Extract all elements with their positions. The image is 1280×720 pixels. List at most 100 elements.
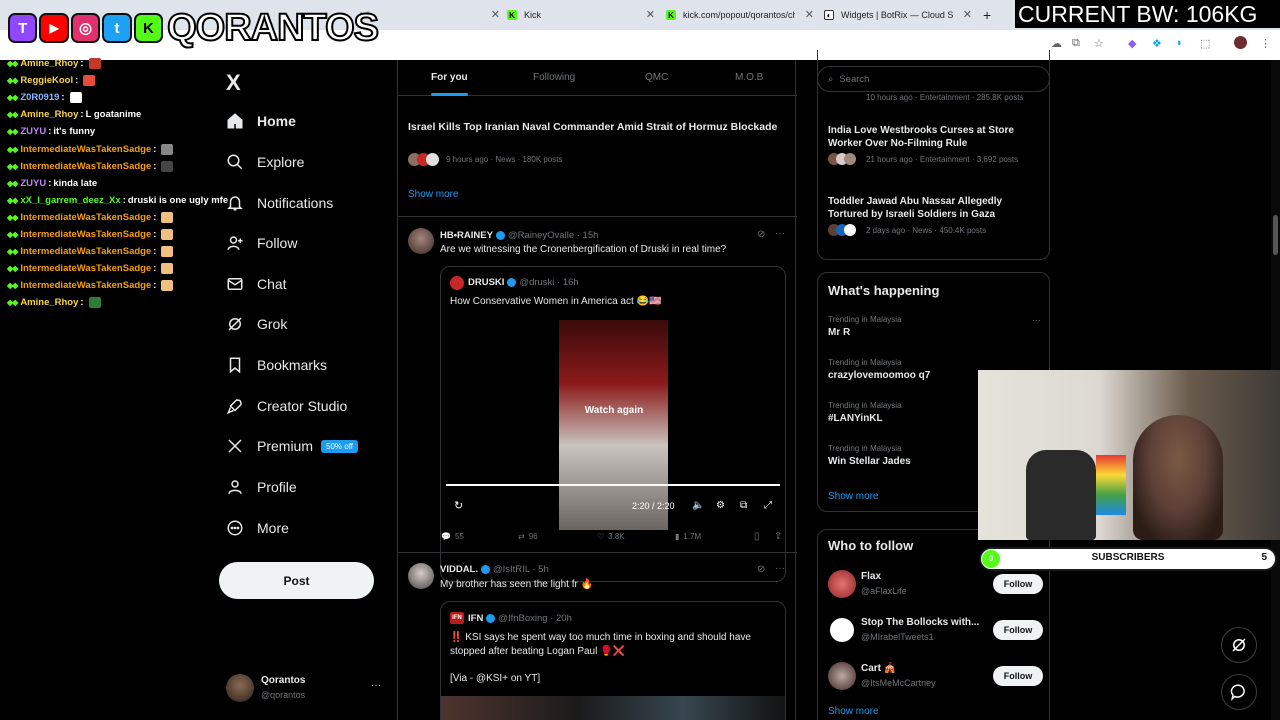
puzzle-icon[interactable]: ⬚ (1200, 37, 1210, 50)
tab-for-you[interactable]: For you (431, 60, 468, 96)
chat-username[interactable]: ZUYU (20, 178, 46, 189)
chat-username[interactable]: IntermediateWasTakenSadge (20, 161, 151, 172)
nav-profile[interactable]: Profile (226, 469, 297, 505)
nav-follow[interactable]: Follow (226, 225, 297, 261)
chat-username[interactable]: ReggieKool (20, 75, 73, 86)
media-thumbnail[interactable] (441, 696, 785, 720)
chat-username[interactable]: IntermediateWasTakenSadge (20, 229, 151, 240)
replay-icon[interactable]: ↻ (454, 499, 463, 512)
nav-notifications[interactable]: Notifications (226, 185, 333, 221)
nav-grok[interactable]: Grok (226, 306, 287, 342)
cast-icon[interactable]: ☁ (1051, 37, 1062, 50)
install-icon[interactable]: ⧉ (1072, 37, 1080, 50)
share-icon[interactable]: ⇪ (774, 531, 782, 542)
chat-emote-icon (69, 92, 82, 104)
scrollbar-thumb[interactable] (1273, 215, 1278, 255)
close-icon[interactable]: ✕ (491, 8, 500, 21)
author-handle[interactable]: @RaineyOvalle · 15h (508, 230, 598, 241)
trending-story-title[interactable]: Israel Kills Top Iranian Naval Commander… (408, 120, 778, 134)
extension-icon[interactable]: ❖ (1152, 37, 1162, 50)
kebab-menu-icon[interactable]: ⋮ (1260, 37, 1271, 50)
browser-tab[interactable]: ◐ Widgets | BotRix — Cloud Stream ✕ (824, 3, 972, 27)
chat-username[interactable]: ZUYU (20, 126, 46, 137)
avatar[interactable] (408, 563, 434, 589)
tab-following[interactable]: Following (533, 60, 575, 96)
more-icon[interactable]: ··· (371, 680, 381, 691)
fullscreen-icon[interactable]: ⤢ (764, 500, 772, 511)
chat-username[interactable]: IntermediateWasTakenSadge (20, 212, 151, 223)
nav-more[interactable]: More (226, 510, 289, 546)
follow-button[interactable]: Follow (993, 620, 1043, 640)
x-logo-icon[interactable]: X (226, 70, 241, 96)
chat-username[interactable]: Amine_Rhoy (20, 297, 78, 308)
tab-qmc[interactable]: QMC (645, 60, 668, 96)
show-more-link[interactable]: Show more (408, 189, 459, 200)
news-item[interactable]: Toddler Jawad Abu Nassar Allegedly Tortu… (828, 195, 1043, 236)
news-item[interactable]: India Love Westbrooks Curses at Store Wo… (828, 124, 1043, 165)
chat-username[interactable]: Amine_Rhoy (20, 109, 78, 120)
profile-avatar-icon[interactable] (1234, 36, 1247, 49)
chat-username[interactable]: Amine_Rhoy (20, 58, 78, 69)
chat-username[interactable]: xX_I_garrem_deez_Xx (20, 195, 120, 206)
chat-username[interactable]: Z0R0919 (20, 92, 59, 103)
extension-icon[interactable]: ◗ (1176, 37, 1183, 49)
nav-premium[interactable]: Premium 50% off (226, 428, 358, 464)
video-progress-track[interactable] (446, 484, 780, 486)
more-icon[interactable]: ··· (1032, 315, 1041, 325)
nav-home[interactable]: Home (226, 103, 296, 139)
more-icon[interactable]: ··· (775, 563, 785, 574)
volume-icon[interactable]: 🔈 (692, 500, 704, 511)
follow-button[interactable]: Follow (993, 666, 1043, 686)
follow-button[interactable]: Follow (993, 574, 1043, 594)
close-icon[interactable]: ✕ (963, 8, 972, 21)
video-player[interactable]: Watch again ↻ 2:20 / 2:20 🔈 ⚙ ⧉ ⤢ (446, 317, 782, 581)
chat-username[interactable]: IntermediateWasTakenSadge (20, 263, 151, 274)
chat-separator: : (61, 92, 65, 104)
account-switcher[interactable]: Qorantos @qorantos ··· (226, 672, 386, 708)
close-icon[interactable]: ✕ (805, 8, 814, 21)
bookmark-icon[interactable]: ▯ (754, 531, 760, 542)
repost-button[interactable]: ⇄ 96 (518, 532, 538, 541)
close-icon[interactable]: ✕ (646, 8, 655, 21)
chat-emote-icon (161, 246, 174, 258)
nav-bookmarks[interactable]: Bookmarks (226, 347, 327, 383)
author-name[interactable]: HB•RAINEY (440, 230, 493, 241)
tab-mob[interactable]: M.O.B (735, 60, 763, 96)
show-more-link[interactable]: Show more (828, 491, 879, 502)
post-button[interactable]: Post (219, 562, 374, 599)
more-icon[interactable]: ··· (775, 228, 785, 239)
watch-again-button[interactable]: Watch again (446, 405, 782, 416)
nav-explore[interactable]: Explore (226, 144, 304, 180)
author-name[interactable]: VIDDAL. (440, 564, 478, 575)
nav-chat[interactable]: Chat (226, 266, 287, 302)
author-handle[interactable]: @IsItRIL · 5h (493, 564, 549, 575)
grok-icon[interactable]: ⊘ (757, 229, 765, 240)
chat-username[interactable]: IntermediateWasTakenSadge (20, 144, 151, 155)
quoted-tweet[interactable]: IFN IFN @IfnBoxing · 20h ‼️ KSI says he s… (440, 601, 786, 720)
like-button[interactable]: ♡ 3.8K (597, 532, 625, 541)
pip-icon[interactable]: ⧉ (740, 500, 747, 511)
follow-suggestion[interactable]: Flax @aFlaxLife Follow (818, 568, 1051, 604)
show-more-link[interactable]: Show more (828, 706, 879, 717)
browser-tab[interactable]: tch ✕ (360, 3, 500, 27)
grok-icon[interactable]: ⊘ (757, 564, 765, 575)
grok-button[interactable] (1221, 627, 1257, 663)
star-icon[interactable]: ☆ (1094, 37, 1104, 50)
new-tab-button[interactable]: + (983, 3, 997, 27)
nav-creator-studio[interactable]: Creator Studio (226, 388, 347, 424)
reply-button[interactable]: 💬 55 (441, 532, 464, 541)
messages-button[interactable] (1221, 674, 1257, 710)
extension-icon[interactable]: ◆ (1128, 37, 1136, 50)
trend-item[interactable]: Trending in Malaysia Mr R ··· (828, 315, 1043, 338)
browser-tab[interactable]: K kick.com/popout/qorantos/chat ✕ (666, 3, 814, 27)
settings-icon[interactable]: ⚙ (716, 500, 725, 511)
follow-suggestion[interactable]: Stop The Bollocks with... @MIrabelTweets… (818, 614, 1051, 650)
browser-tab[interactable]: K Kick ✕ (507, 3, 655, 27)
chat-username[interactable]: IntermediateWasTakenSadge (20, 280, 151, 291)
chat-username[interactable]: IntermediateWasTakenSadge (20, 246, 151, 257)
follow-suggestion[interactable]: Cart 🎪 @ItsMeMcCartney Follow (818, 660, 1051, 696)
chat-badge-icon: ◆◆ (7, 59, 18, 69)
avatar[interactable] (408, 228, 434, 254)
views-button[interactable]: ▮ 1.7M (675, 532, 701, 541)
chat-message: ◆◆ Amine_Rhoy : (0, 55, 218, 72)
